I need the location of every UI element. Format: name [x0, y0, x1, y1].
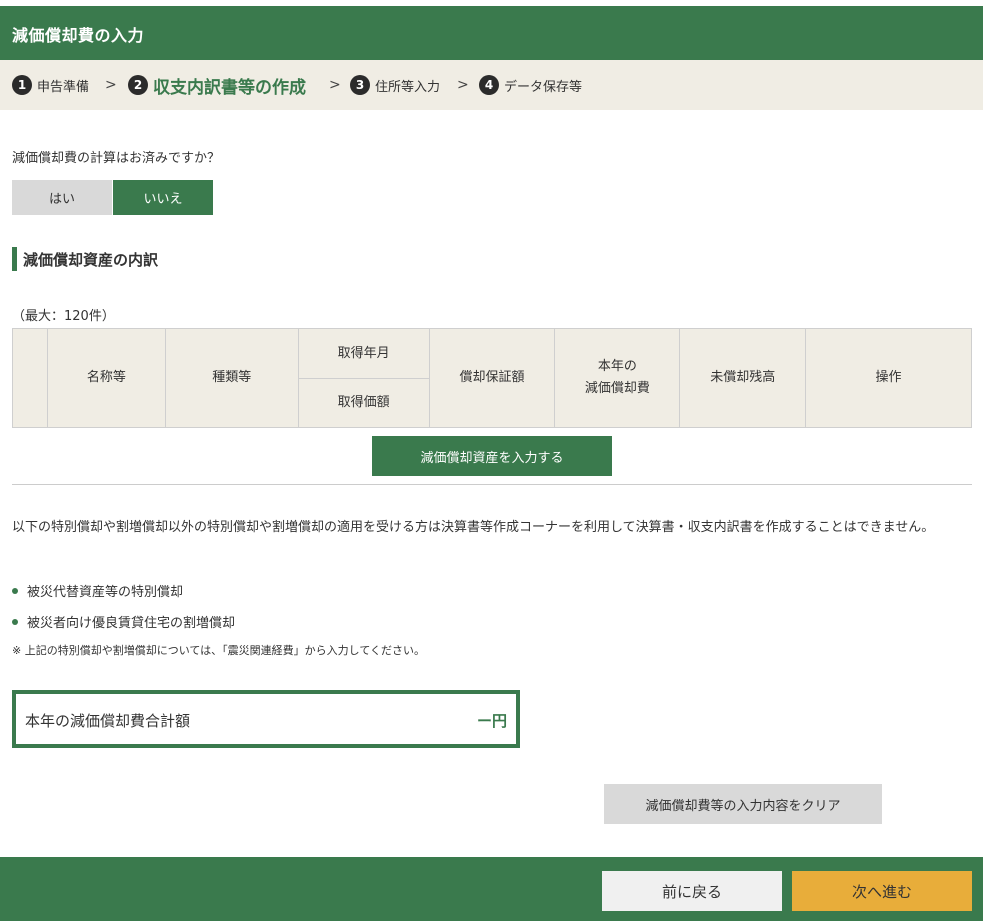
step-1: 1 申告準備: [12, 60, 89, 110]
next-button[interactable]: 次へ進む: [792, 871, 972, 911]
step-label: 申告準備: [37, 79, 90, 95]
chevron-right-icon: >: [329, 77, 341, 93]
total-value: ー円: [476, 712, 507, 730]
step-label: 収支内訳書等の作成: [153, 77, 306, 98]
step-label: 住所等入力: [375, 79, 441, 95]
chevron-right-icon: >: [105, 77, 117, 93]
step-label: データ保存等: [504, 79, 583, 95]
table-header-type: 種類等: [164, 328, 299, 428]
bullet-icon: [12, 587, 18, 594]
footer-bar: 前に戻る 次へ進む: [0, 857, 983, 921]
table-header-balance: 未償却残高: [679, 328, 807, 428]
total-label: 本年の減価償却費合計額: [25, 712, 191, 730]
divider: [12, 484, 972, 485]
list-item: 被災者向け優良賃貸住宅の割増償却: [12, 612, 235, 631]
step-number-icon: 2: [128, 75, 148, 95]
step-4: 4 データ保存等: [479, 60, 582, 110]
section-title: 減価償却資産の内訳: [12, 247, 158, 271]
list-item-label: 被災者向け優良賃貸住宅の割増償却: [27, 616, 236, 631]
info-text: 以下の特別償却や割増償却以外の特別償却や割増償却の適用を受ける方は決算書等作成コ…: [12, 520, 935, 535]
table-header-select: [12, 328, 48, 428]
max-count-note: （最大：120件）: [12, 309, 115, 324]
footnote: ※ 上記の特別償却や割増償却については、「震災関連経費」から入力してください。: [12, 644, 426, 657]
bullet-icon: [12, 618, 18, 625]
header-line: 減価償却費: [584, 381, 650, 396]
depreciation-done-toggle: はい いいえ: [12, 180, 213, 215]
assets-table: 名称等 種類等 取得年月 償却保証額 本年の 減価償却費 未償却残高 操作 取得…: [12, 328, 972, 428]
table-header-operations: 操作: [805, 328, 972, 428]
page-header: 減価償却費の入力: [0, 6, 983, 60]
yes-button[interactable]: はい: [12, 180, 112, 215]
page-title: 減価償却費の入力: [12, 26, 145, 45]
table-header-acquisition-price: 取得価額: [297, 378, 430, 428]
step-number-icon: 3: [350, 75, 370, 95]
list-item-label: 被災代替資産等の特別償却: [27, 585, 184, 600]
table-header-current-depreciation: 本年の 減価償却費: [554, 328, 681, 428]
add-asset-button[interactable]: 減価償却資産を入力する: [372, 436, 612, 476]
depreciation-question: 減価償却費の計算はお済みですか？: [12, 151, 221, 166]
step-2-current: 2 収支内訳書等の作成: [128, 60, 306, 110]
no-button[interactable]: いいえ: [113, 180, 213, 215]
clear-button[interactable]: 減価償却費等の入力内容をクリア: [604, 784, 882, 824]
list-item: 被災代替資産等の特別償却: [12, 581, 183, 600]
chevron-right-icon: >: [457, 77, 469, 93]
back-button[interactable]: 前に戻る: [602, 871, 782, 911]
table-header-guarantee: 償却保証額: [428, 328, 556, 428]
progress-steps: 1 申告準備 > 2 収支内訳書等の作成 > 3 住所等入力 > 4 データ保存…: [0, 60, 983, 110]
table-header-name: 名称等: [46, 328, 166, 428]
step-number-icon: 4: [479, 75, 499, 95]
step-number-icon: 1: [12, 75, 32, 95]
total-depreciation-box: 本年の減価償却費合計額 ー円: [12, 690, 520, 748]
header-line: 本年の: [597, 359, 637, 374]
table-header-acquisition-date: 取得年月: [297, 328, 430, 379]
step-3: 3 住所等入力: [350, 60, 440, 110]
